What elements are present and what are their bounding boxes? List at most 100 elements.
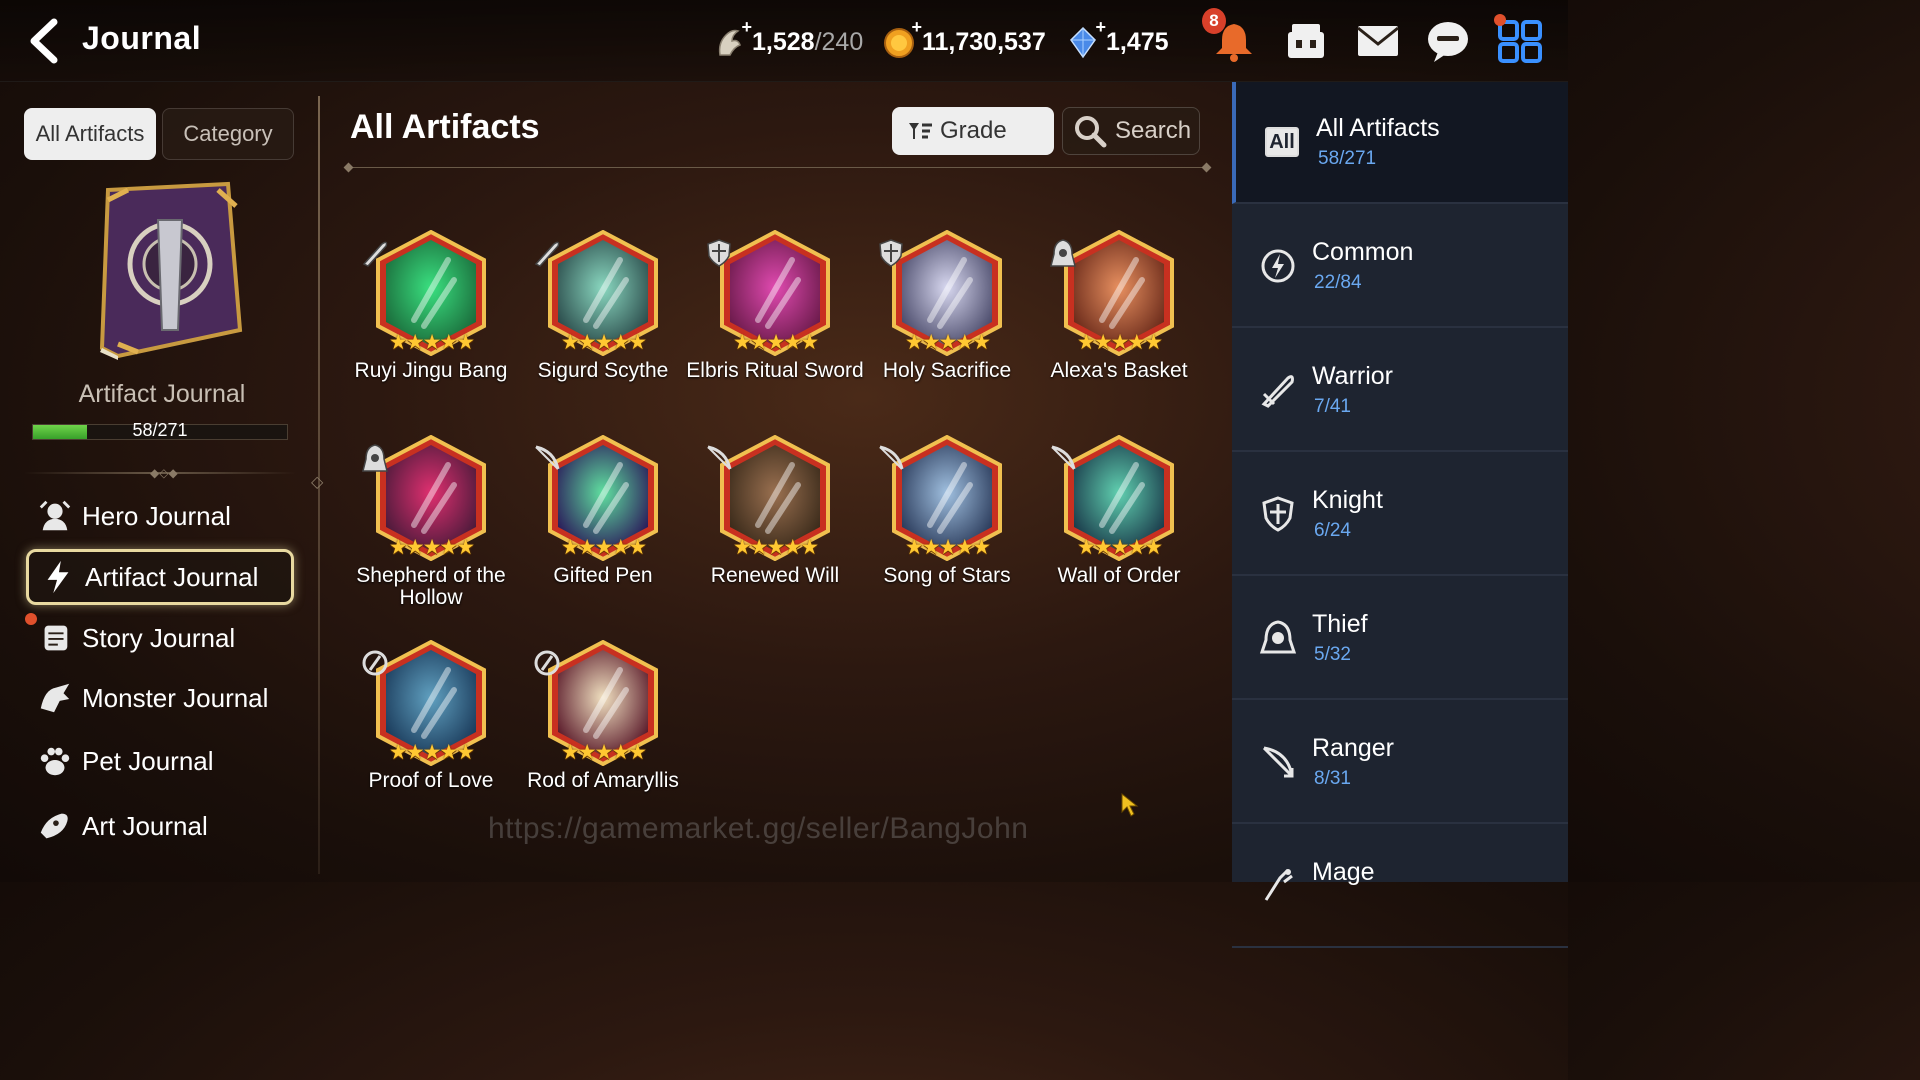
category-count: 22/84 [1314,272,1362,293]
knight-class-icon [707,239,731,267]
category-common[interactable]: Common 22/84 [1232,206,1568,328]
scroll-icon [36,619,74,657]
crystal-counter[interactable]: + 1,475 [1066,17,1169,62]
tab-category[interactable]: Category [162,108,294,160]
back-button[interactable] [24,18,68,64]
nav-label: Art Journal [82,810,208,841]
stamina-counter[interactable]: + 1,528/240 [712,17,864,62]
category-count: 6/24 [1314,520,1351,541]
nav-label: Story Journal [82,622,236,653]
artifact-name: Ruyi Jingu Bang [354,359,508,382]
artifact-card[interactable]: ★★★★★ Sigurd Scythe [518,230,688,420]
mail-icon [1357,26,1399,56]
warrior-class-icon [362,241,388,267]
category-label: All Artifacts [1316,114,1440,142]
artifact-card[interactable]: ★★★★★ Holy Sacrifice [862,230,1032,420]
stamina-max: /240 [814,27,864,56]
tab-all-artifacts[interactable]: All Artifacts [24,108,156,160]
artifact-card[interactable]: ★★★★★ Song of Stars [862,435,1032,625]
artifact-card[interactable]: ★★★★★ Elbris Ritual Sword [686,230,864,420]
category-mage[interactable]: Mage [1232,826,1568,948]
artifact-name: Proof of Love [368,769,494,792]
watermark: https://gamemarket.gg/seller/BangJohn [488,812,1029,845]
star-rating: ★★★★★ [904,536,991,559]
category-label: Thief [1312,610,1368,638]
star-rating: ★★★★★ [560,331,647,354]
category-label: Mage [1312,858,1375,886]
category-all-artifacts[interactable]: All All Artifacts 58/271 [1232,82,1568,204]
mage-icon [1258,866,1298,906]
monster-icon [36,679,74,717]
artifact-name: Wall of Order [1057,564,1181,587]
artifact-card[interactable]: ★★★★★ Wall of Order [1034,435,1204,625]
separator-ornament-icon: ◇ [311,474,324,491]
artifact-card[interactable]: ★★★★★ Proof of Love [346,640,516,830]
artifact-name: Renewed Will [710,564,840,587]
shop-button[interactable] [1282,18,1330,64]
lightning-icon [39,558,77,596]
brush-icon [36,807,74,845]
category-count: 8/31 [1314,768,1351,789]
artifact-name: Shepherd of the Hollow [356,564,506,609]
mouse-cursor-icon [1120,792,1140,823]
category-panel: All All Artifacts 58/271 Common 22/84 Wa… [1232,82,1568,948]
category-label: Warrior [1312,362,1394,390]
grade-sort-button[interactable]: Grade [892,107,1054,155]
thief-class-icon [362,444,388,472]
artifact-name: Holy Sacrifice [882,359,1012,382]
progress-text: 58/271 [132,420,188,440]
star-rating: ★★★★★ [1076,536,1163,559]
artifact-name: Rod of Amaryllis [527,769,679,792]
artifact-card[interactable]: ★★★★★ Ruyi Jingu Bang [346,230,516,420]
nav-story-journal[interactable]: Story Journal [26,610,294,666]
artifact-name: Alexa's Basket [1050,359,1188,382]
artifact-name: Elbris Ritual Sword [686,359,864,382]
artifact-card[interactable]: ★★★★★ Rod of Amaryllis [518,640,688,830]
gold-icon: + [882,17,922,59]
nav-label: Hero Journal [82,500,231,531]
star-rating: ★★★★★ [732,331,819,354]
knight-class-icon [879,239,903,267]
artifact-card[interactable]: ★★★★★ Gifted Pen [518,435,688,625]
warrior-class-icon [534,241,560,267]
crystal-icon: + [1066,17,1106,59]
nav-pet-journal[interactable]: Pet Journal [26,733,294,789]
star-rating: ★★★★★ [560,536,647,559]
nav-monster-journal[interactable]: Monster Journal [26,670,294,726]
artifact-name: Gifted Pen [553,564,653,587]
mail-button[interactable] [1354,18,1402,64]
thief-class-icon [1050,239,1076,267]
artifact-card[interactable]: ★★★★★ Shepherd of the Hollow [346,435,516,625]
all-icon: All [1262,122,1302,162]
common-icon [1258,246,1298,286]
section-title: All Artifacts [350,108,540,146]
star-rating: ★★★★★ [904,331,991,354]
journal-name: Artifact Journal [78,380,246,408]
artifact-card[interactable]: ★★★★★ Alexa's Basket [1034,230,1204,420]
top-bar: Journal + 1,528/240 + 11,730,537 + 1,475… [0,0,1568,82]
nav-hero-journal[interactable]: Hero Journal [26,488,294,544]
nav-artifact-journal[interactable]: Artifact Journal [26,549,294,605]
divider-ornament [343,162,354,173]
star-rating: ★★★★★ [732,536,819,559]
star-rating: ★★★★★ [560,741,647,764]
gold-counter[interactable]: + 11,730,537 [882,17,1046,62]
category-knight[interactable]: Knight 6/24 [1232,454,1568,576]
artifact-card[interactable]: ★★★★★ Renewed Will [690,435,860,625]
category-ranger[interactable]: Ranger 8/31 [1232,702,1568,824]
divider-ornament [1201,162,1212,173]
ranger-class-icon [535,445,560,470]
star-rating: ★★★★★ [388,741,475,764]
nav-label: Monster Journal [82,682,269,713]
category-thief[interactable]: Thief 5/32 [1232,578,1568,700]
chat-button[interactable] [1424,18,1472,64]
ranger-class-icon [1051,445,1076,470]
mage-class-icon [362,650,388,676]
nav-art-journal[interactable]: Art Journal [26,798,294,854]
chat-icon [1428,22,1468,62]
stamina-value: 1,528 [752,27,815,56]
category-label: Ranger [1312,734,1394,762]
search-label: Search [1115,117,1192,144]
search-button[interactable]: Search [1062,107,1200,155]
category-warrior[interactable]: Warrior 7/41 [1232,330,1568,452]
